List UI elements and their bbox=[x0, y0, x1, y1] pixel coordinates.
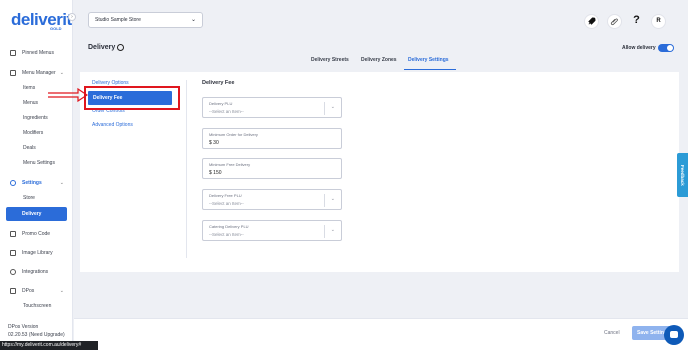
sidebar-nav: Pinned Menus Menu Manager ⌄ Items Menus I… bbox=[0, 45, 73, 313]
field-label: Delivery Free PLU bbox=[209, 193, 242, 198]
sidebar-item-menu-settings[interactable]: Menu Settings bbox=[0, 155, 73, 170]
sidebar-item-modifiers[interactable]: Modifiers bbox=[0, 125, 73, 140]
tab-delivery-zones[interactable]: Delivery Zones bbox=[361, 57, 397, 63]
tab-delivery-streets[interactable]: Delivery Streets bbox=[311, 57, 349, 63]
cancel-button[interactable]: Cancel bbox=[604, 330, 620, 336]
min-free-delivery-field[interactable]: Minimum Free Delivery $ 150 bbox=[202, 158, 342, 179]
version-value: 02.20.53 (Need Upgrade) bbox=[8, 332, 65, 338]
sidebar-item-touchscreen[interactable]: Touchscreen bbox=[0, 298, 73, 313]
image-icon bbox=[10, 249, 16, 256]
chevron-right-icon[interactable]: › bbox=[68, 13, 76, 21]
sidebar-item-integrations[interactable]: Integrations bbox=[0, 264, 73, 279]
chevron-down-icon: ⌄ bbox=[330, 227, 335, 233]
settings-icon bbox=[10, 179, 16, 186]
sidebar-item-image-library[interactable]: Image Library bbox=[0, 245, 73, 260]
chevron-down-icon: ⌄ bbox=[330, 104, 335, 110]
field-label: Catering Delivery PLU bbox=[209, 224, 249, 229]
left-nav-advanced-options[interactable]: Advanced Options bbox=[92, 122, 133, 128]
info-icon[interactable] bbox=[117, 44, 124, 51]
field-value: $ 150 bbox=[209, 170, 222, 176]
help-icon[interactable]: ? bbox=[629, 14, 644, 29]
sidebar-item-deals[interactable]: Deals bbox=[0, 140, 73, 155]
store-select[interactable]: Studio Sample Store ⌄ bbox=[88, 12, 203, 28]
rocket-icon[interactable] bbox=[584, 14, 599, 29]
field-value: --Select an Item-- bbox=[209, 109, 244, 114]
sidebar: deliverit GOLD › Pinned Menus Menu Manag… bbox=[0, 0, 76, 350]
chat-icon[interactable] bbox=[664, 325, 684, 345]
catering-delivery-plu-select[interactable]: Catering Delivery PLU --Select an Item--… bbox=[202, 220, 342, 241]
annotation-highlight-box bbox=[84, 86, 180, 110]
active-tab-indicator bbox=[404, 69, 456, 70]
menu-icon bbox=[10, 69, 16, 76]
chevron-down-icon: ⌄ bbox=[330, 196, 335, 202]
page-title: Delivery bbox=[88, 44, 116, 51]
logo[interactable]: deliverit bbox=[11, 10, 72, 30]
section-title: Delivery Fee bbox=[202, 80, 235, 86]
bottom-bar bbox=[74, 318, 688, 350]
annotation-arrow-icon bbox=[48, 87, 88, 103]
sidebar-item-delivery[interactable]: Delivery bbox=[6, 207, 67, 221]
field-label: Minimum Order for Delivery bbox=[209, 132, 258, 137]
sidebar-item-promo-code[interactable]: Promo Code bbox=[0, 226, 73, 241]
store-select-value: Studio Sample Store bbox=[95, 17, 141, 23]
status-url: https://my.deliverit.com.au/delivery# bbox=[0, 341, 98, 350]
field-label: Minimum Free Delivery bbox=[209, 162, 251, 167]
tab-bar: Delivery Streets Delivery Zones Delivery… bbox=[0, 57, 688, 69]
select-separator bbox=[324, 194, 325, 207]
sidebar-item-ingredients[interactable]: Ingredients bbox=[0, 110, 73, 125]
vertical-divider bbox=[186, 80, 187, 258]
pin-icon bbox=[10, 49, 16, 56]
chevron-down-icon: ⌄ bbox=[59, 179, 64, 186]
select-separator bbox=[324, 225, 325, 238]
sidebar-item-store[interactable]: Store bbox=[0, 190, 73, 205]
allow-delivery-toggle[interactable] bbox=[658, 44, 674, 52]
promo-icon bbox=[10, 230, 16, 237]
allow-delivery-label: Allow delivery bbox=[622, 45, 656, 51]
field-value: --Select an Item-- bbox=[209, 232, 244, 237]
logo-sub: GOLD bbox=[50, 26, 62, 31]
field-value: --Select an Item-- bbox=[209, 201, 244, 206]
min-order-field[interactable]: Minimum Order for Delivery $ 30 bbox=[202, 128, 342, 149]
select-separator bbox=[324, 102, 325, 115]
integrations-icon bbox=[10, 268, 16, 275]
pos-icon bbox=[10, 287, 16, 294]
delivery-plu-select[interactable]: Delivery PLU --Select an Item-- ⌄ bbox=[202, 97, 342, 118]
chevron-down-icon: ⌄ bbox=[59, 287, 64, 294]
feedback-tab[interactable]: Feedback bbox=[677, 153, 688, 197]
delivery-free-plu-select[interactable]: Delivery Free PLU --Select an Item-- ⌄ bbox=[202, 189, 342, 210]
field-label: Delivery PLU bbox=[209, 101, 233, 106]
user-avatar[interactable]: R bbox=[651, 14, 666, 29]
tab-delivery-settings[interactable]: Delivery Settings bbox=[408, 57, 449, 63]
chevron-down-icon: ⌄ bbox=[59, 69, 64, 76]
version-title: DPos Version bbox=[8, 324, 39, 330]
sidebar-item-settings[interactable]: Settings ⌄ bbox=[0, 175, 73, 190]
dpos-version: DPos Version 02.20.53 (Need Upgrade) bbox=[8, 323, 65, 339]
field-value: $ 30 bbox=[209, 140, 219, 146]
attachment-icon[interactable] bbox=[607, 14, 622, 29]
sidebar-item-dpos[interactable]: DPos ⌄ bbox=[0, 283, 73, 298]
chevron-down-icon: ⌄ bbox=[190, 17, 196, 23]
